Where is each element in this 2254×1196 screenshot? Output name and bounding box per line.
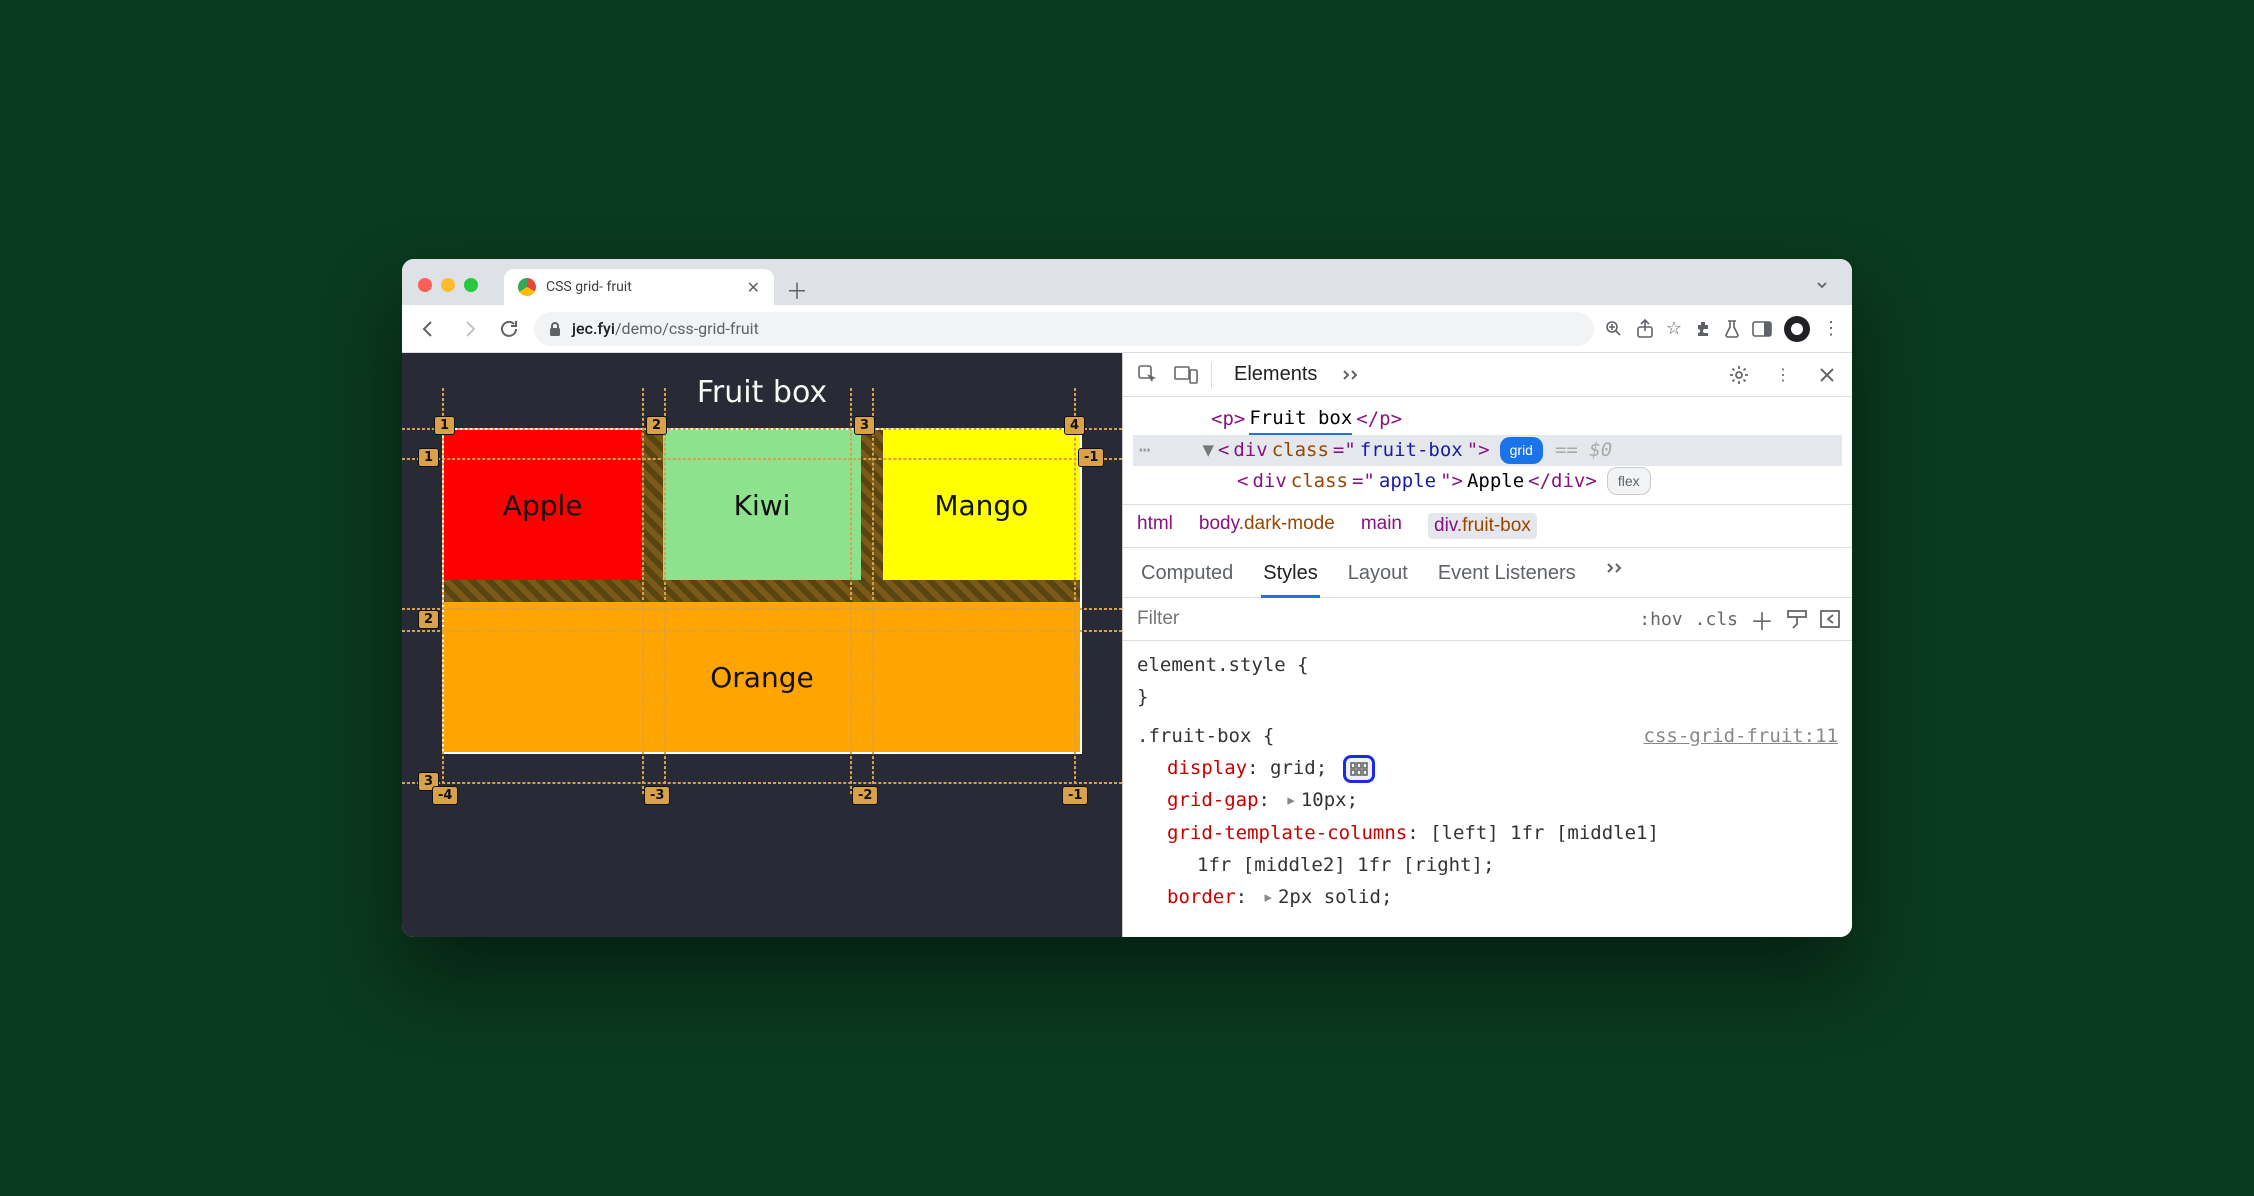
new-rule-icon[interactable]: ＋ (1750, 602, 1774, 637)
fruit-box-rule[interactable]: css-grid-fruit:11 .fruit-box { display: … (1137, 720, 1838, 914)
tab-elements[interactable]: Elements (1220, 353, 1331, 396)
subtab-event-listeners[interactable]: Event Listeners (1436, 554, 1578, 597)
tab-strip: CSS grid- fruit ✕ ＋ (402, 259, 1852, 305)
expand-dots-icon[interactable]: ⋯ (1133, 435, 1156, 465)
breadcrumbs[interactable]: html body.dark-mode main div.fruit-box (1123, 505, 1852, 548)
profile-avatar[interactable] (1784, 316, 1810, 342)
subtabs-overflow-icon[interactable] (1604, 554, 1628, 597)
source-link[interactable]: css-grid-fruit:11 (1644, 720, 1838, 752)
reload-button[interactable] (494, 314, 524, 344)
grid-editor-button[interactable] (1343, 755, 1375, 783)
favicon-icon (518, 278, 536, 296)
page-heading: Fruit box (402, 353, 1122, 428)
url-text: jec.fyi/demo/css-grid-fruit (572, 319, 759, 338)
browser-toolbar: jec.fyi/demo/css-grid-fruit ☆ ⋮ (402, 305, 1852, 353)
subtab-computed[interactable]: Computed (1139, 554, 1235, 597)
devtools-tabbar: Elements ⋮ (1123, 353, 1852, 397)
flex-badge[interactable]: flex (1607, 467, 1651, 495)
browser-window: CSS grid- fruit ✕ ＋ jec.fyi/demo/css-gri… (402, 259, 1852, 937)
page-viewport: Fruit box Apple Kiwi Mango Orange (402, 353, 1122, 937)
subtab-styles[interactable]: Styles (1261, 554, 1319, 598)
cell-apple: Apple (444, 430, 641, 580)
cell-mango: Mango (883, 430, 1080, 580)
settings-icon[interactable] (1722, 358, 1756, 392)
format-icon[interactable] (1786, 609, 1808, 629)
content-area: Fruit box Apple Kiwi Mango Orange (402, 353, 1852, 937)
eq0-label: == $0 (1555, 435, 1612, 465)
filter-input[interactable] (1123, 598, 1639, 640)
panel-icon[interactable] (1752, 321, 1772, 337)
toolbar-actions: ☆ ⋮ (1604, 316, 1840, 342)
menu-icon[interactable]: ⋮ (1822, 318, 1840, 339)
device-toggle-icon[interactable] (1169, 358, 1203, 392)
grid-col-neg1: -1 (1062, 786, 1088, 805)
tab-overflow-icon[interactable] (1804, 273, 1840, 297)
grid-row-3: 3 (418, 772, 439, 791)
crumb-html[interactable]: html (1137, 513, 1173, 539)
tab-title: CSS grid- fruit (546, 279, 632, 295)
style-rules[interactable]: element.style { } css-grid-fruit:11 .fru… (1123, 641, 1852, 921)
crumb-body[interactable]: body.dark-mode (1199, 513, 1335, 539)
element-style-block[interactable]: element.style { } (1137, 649, 1838, 714)
grid-col-neg4: -4 (432, 786, 458, 805)
dom-tree[interactable]: <p>Fruit box</p> ⋯ ▼ <div class="fruit-b… (1123, 397, 1852, 505)
tab-close-icon[interactable]: ✕ (747, 278, 760, 297)
new-tab-button[interactable]: ＋ (782, 275, 812, 305)
grid-container: Apple Kiwi Mango Orange (442, 428, 1082, 754)
grid-badge[interactable]: grid (1500, 437, 1543, 463)
minimize-window-icon[interactable] (441, 278, 455, 292)
grid-row-2: 2 (418, 610, 439, 629)
grid-col-neg2: -2 (852, 786, 878, 805)
window-controls (418, 278, 478, 292)
labs-icon[interactable] (1724, 319, 1740, 339)
close-window-icon[interactable] (418, 278, 432, 292)
inspect-icon[interactable] (1131, 358, 1165, 392)
bookmark-icon[interactable]: ☆ (1666, 318, 1682, 339)
dom-node-apple[interactable]: <div class="apple">Apple</div> flex (1133, 466, 1842, 496)
hov-toggle[interactable]: :hov (1639, 609, 1682, 630)
fruit-box-grid: Apple Kiwi Mango Orange (442, 428, 1082, 754)
styles-filter-bar: :hov .cls ＋ (1123, 598, 1852, 641)
dom-node-p[interactable]: <p>Fruit box</p> (1133, 403, 1842, 435)
lock-icon (548, 321, 562, 337)
close-devtools-icon[interactable] (1810, 358, 1844, 392)
crumb-div[interactable]: div.fruit-box (1428, 513, 1537, 539)
grid-col-neg3: -3 (644, 786, 670, 805)
tabs-overflow-icon[interactable] (1335, 358, 1369, 392)
forward-button[interactable] (454, 314, 484, 344)
extensions-icon[interactable] (1694, 320, 1712, 338)
kebab-icon[interactable]: ⋮ (1766, 358, 1800, 392)
cls-toggle[interactable]: .cls (1695, 609, 1738, 630)
address-bar[interactable]: jec.fyi/demo/css-grid-fruit (534, 312, 1594, 346)
subtab-layout[interactable]: Layout (1346, 554, 1410, 597)
zoom-icon[interactable] (1604, 319, 1624, 339)
styles-subtabs: Computed Styles Layout Event Listeners (1123, 548, 1852, 598)
crumb-main[interactable]: main (1361, 513, 1402, 539)
cell-orange: Orange (444, 602, 1080, 752)
computed-panel-icon[interactable] (1820, 610, 1840, 628)
grid-row-1: 1 (418, 448, 439, 467)
dom-node-fruit-box[interactable]: ⋯ ▼ <div class="fruit-box"> grid == $0 (1133, 435, 1842, 465)
browser-tab[interactable]: CSS grid- fruit ✕ (504, 269, 774, 305)
maximize-window-icon[interactable] (464, 278, 478, 292)
cell-kiwi: Kiwi (663, 430, 860, 580)
back-button[interactable] (414, 314, 444, 344)
devtools-panel: Elements ⋮ <p>Fruit box</p> ⋯ ▼ <div (1122, 353, 1852, 937)
share-icon[interactable] (1636, 319, 1654, 339)
